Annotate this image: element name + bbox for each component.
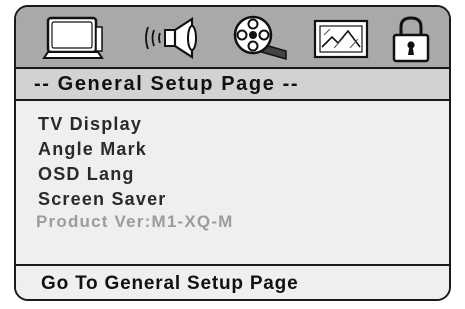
tab-audio-setup[interactable] [134,15,206,66]
film-reel-icon [233,15,287,60]
tab-video-setup[interactable] [228,15,290,66]
setup-menu-window: -- General Setup Page -- TV Display Angl… [14,5,451,301]
tab-password-setup[interactable] [388,15,434,68]
page-title-bar: -- General Setup Page -- [16,67,449,101]
status-text: Go To General Setup Page [41,273,299,294]
menu-item-angle-mark[interactable]: Angle Mark [38,139,147,160]
menu-item-screen-saver[interactable]: Screen Saver [38,189,166,210]
padlock-icon [392,16,430,63]
page-title: -- General Setup Page -- [34,73,300,95]
tab-preference-setup[interactable] [310,15,374,66]
product-version: Product Ver:M1-XQ-M [36,212,234,231]
menu-item-tv-display[interactable]: TV Display [38,114,142,135]
tab-general-setup[interactable] [42,15,106,66]
tv-icon [42,16,104,59]
speaker-icon [145,16,197,60]
status-bar: Go To General Setup Page [16,264,449,299]
menu-list: TV Display Angle Mark OSD Lang Screen Sa… [16,101,449,264]
menu-item-osd-lang[interactable]: OSD Lang [38,164,135,185]
picture-icon [313,19,369,59]
category-icon-bar [16,7,449,67]
